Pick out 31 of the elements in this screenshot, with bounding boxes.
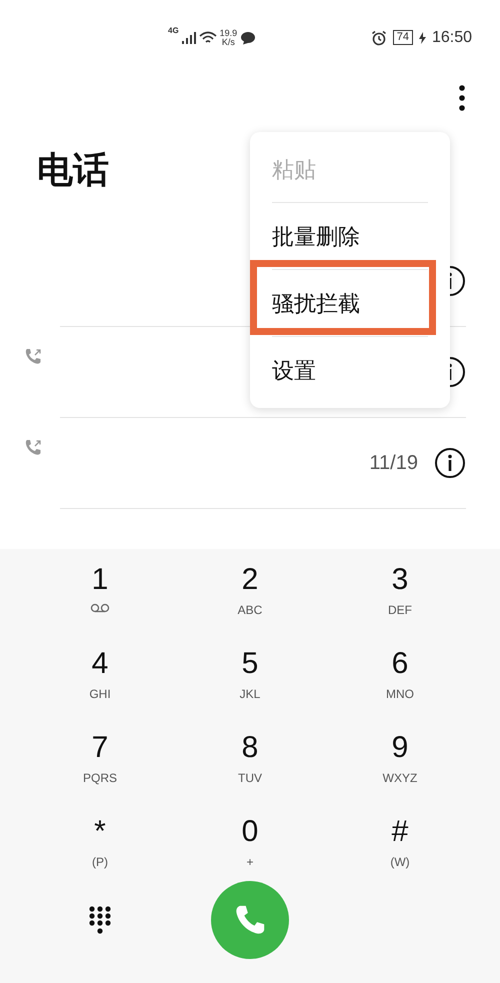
wifi-icon xyxy=(198,30,217,44)
alarm-icon xyxy=(370,30,387,46)
info-icon[interactable] xyxy=(434,447,466,479)
dial-key[interactable]: 0 + xyxy=(175,801,325,885)
dial-key[interactable]: 3 DEF xyxy=(325,549,475,633)
chat-bubble-icon xyxy=(240,30,256,44)
dial-key[interactable]: 1 xyxy=(25,549,175,633)
dial-key[interactable]: 2 ABC xyxy=(175,549,325,633)
charging-icon xyxy=(418,32,426,44)
dial-key[interactable]: 8 TUV xyxy=(175,717,325,801)
network-type: 4G xyxy=(168,24,179,36)
dial-key[interactable]: * (P) xyxy=(25,801,175,885)
dial-key[interactable]: # (W) xyxy=(325,801,475,885)
more-options-icon[interactable] xyxy=(458,84,466,110)
page-title: 电话 xyxy=(37,149,109,190)
clock-time: 16:50 xyxy=(432,28,472,48)
menu-item[interactable]: 骚扰拦截 xyxy=(272,286,360,320)
dial-key[interactable]: 9 WXYZ xyxy=(325,717,475,801)
dial-key[interactable]: 5 JKL xyxy=(175,633,325,717)
dial-key[interactable]: 6 MNO xyxy=(325,633,475,717)
menu-item[interactable]: 批量删除 xyxy=(272,220,360,252)
dial-key[interactable]: 7 PQRS xyxy=(25,717,175,801)
signal-icon xyxy=(182,32,196,44)
menu-item[interactable]: 设置 xyxy=(272,354,316,387)
voicemail-icon xyxy=(90,603,110,613)
network-speed: 19.9 xyxy=(220,28,238,38)
dialpad-icon[interactable] xyxy=(89,906,111,934)
battery-level: 74 xyxy=(392,30,413,45)
call-date: 11/19 xyxy=(369,451,418,476)
dial-key[interactable]: 4 GHI xyxy=(25,633,175,717)
speed-unit: K/s xyxy=(222,38,235,46)
